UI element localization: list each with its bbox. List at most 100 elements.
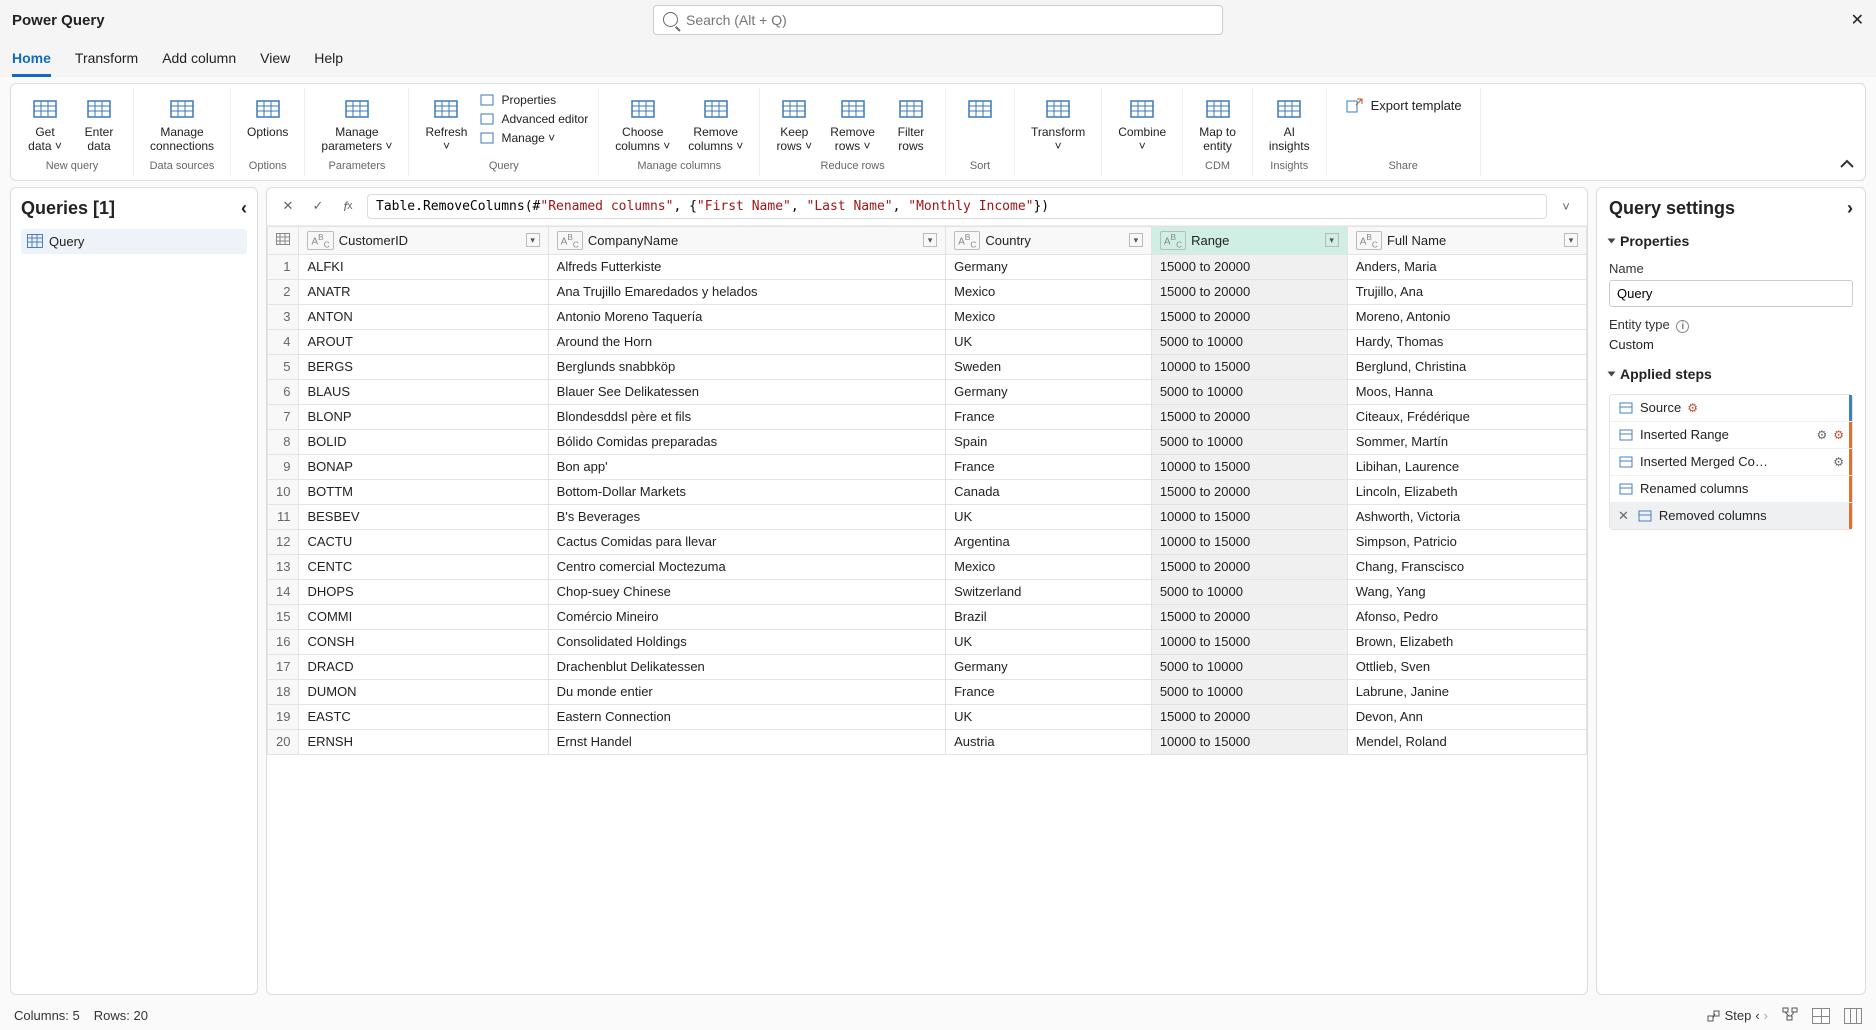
collapse-settings-icon[interactable]: › (1847, 198, 1853, 219)
ribbon-advanced-editor-button[interactable]: Advanced editor (479, 111, 588, 127)
row-number[interactable]: 5 (268, 354, 299, 379)
cell[interactable]: Berglund, Christina (1347, 354, 1586, 379)
cell[interactable]: 5000 to 10000 (1151, 429, 1347, 454)
cell[interactable]: 15000 to 20000 (1151, 404, 1347, 429)
cell[interactable]: Labrune, Janine (1347, 679, 1586, 704)
cell[interactable]: Lincoln, Elizabeth (1347, 479, 1586, 504)
cell[interactable]: France (946, 679, 1152, 704)
cell[interactable]: 10000 to 15000 (1151, 454, 1347, 479)
tab-transform[interactable]: Transform (75, 50, 138, 77)
cell[interactable]: 5000 to 10000 (1151, 379, 1347, 404)
row-number[interactable]: 14 (268, 579, 299, 604)
cell[interactable]: CACTU (299, 529, 548, 554)
row-number[interactable]: 8 (268, 429, 299, 454)
table-row[interactable]: 1ALFKIAlfreds FutterkisteGermany15000 to… (268, 254, 1587, 279)
cell[interactable]: Germany (946, 654, 1152, 679)
cancel-formula-icon[interactable]: ✕ (277, 195, 299, 217)
cell[interactable]: 15000 to 20000 (1151, 304, 1347, 329)
ribbon-ai-insights-button[interactable]: AI insights (1263, 92, 1316, 156)
row-number[interactable]: 4 (268, 329, 299, 354)
cell[interactable]: BOLID (299, 429, 548, 454)
cell[interactable]: BESBEV (299, 504, 548, 529)
step-source[interactable]: Source⚙ (1610, 395, 1852, 422)
cell[interactable]: 5000 to 10000 (1151, 329, 1347, 354)
cell[interactable]: ERNSH (299, 729, 548, 754)
ribbon-properties-button[interactable]: Properties (479, 92, 556, 108)
row-number[interactable]: 6 (268, 379, 299, 404)
cell[interactable]: 15000 to 20000 (1151, 554, 1347, 579)
cell[interactable]: ANATR (299, 279, 548, 304)
cell[interactable]: Germany (946, 379, 1152, 404)
cell[interactable]: Austria (946, 729, 1152, 754)
cell[interactable]: UK (946, 504, 1152, 529)
cell[interactable]: UK (946, 329, 1152, 354)
cell[interactable]: DHOPS (299, 579, 548, 604)
collapse-queries-icon[interactable]: ‹ (241, 198, 247, 219)
cell[interactable]: Citeaux, Frédérique (1347, 404, 1586, 429)
search-input[interactable] (653, 5, 1223, 35)
table-row[interactable]: 4AROUTAround the HornUK5000 to 10000Hard… (268, 329, 1587, 354)
ribbon-get-data--button[interactable]: Get data ˅ (21, 92, 69, 156)
cell[interactable]: Mexico (946, 554, 1152, 579)
ribbon-sort-button[interactable] (956, 92, 1004, 128)
table-row[interactable]: 19EASTCEastern ConnectionUK15000 to 2000… (268, 704, 1587, 729)
filter-dropdown-icon[interactable]: ▾ (1564, 233, 1578, 247)
cell[interactable]: BLAUS (299, 379, 548, 404)
ribbon-manage--button[interactable]: Manage ˅ (479, 130, 555, 146)
cell[interactable]: Libihan, Laurence (1347, 454, 1586, 479)
table-row[interactable]: 16CONSHConsolidated HoldingsUK10000 to 1… (268, 629, 1587, 654)
cell[interactable]: Chop-suey Chinese (548, 579, 945, 604)
table-row[interactable]: 3ANTONAntonio Moreno TaqueríaMexico15000… (268, 304, 1587, 329)
table-row[interactable]: 18DUMONDu monde entierFrance5000 to 1000… (268, 679, 1587, 704)
cell[interactable]: Simpson, Patricio (1347, 529, 1586, 554)
row-number[interactable]: 11 (268, 504, 299, 529)
gear-icon[interactable]: ⚙ (1833, 455, 1844, 469)
tab-view[interactable]: View (260, 50, 290, 77)
filter-dropdown-icon[interactable]: ▾ (526, 233, 540, 247)
tab-help[interactable]: Help (314, 50, 343, 77)
cell[interactable]: CENTC (299, 554, 548, 579)
cell[interactable]: 15000 to 20000 (1151, 279, 1347, 304)
gear-error-icon[interactable]: ⚙ (1687, 401, 1698, 415)
cell[interactable]: Berglunds snabbköp (548, 354, 945, 379)
cell[interactable]: Blondesddsl père et fils (548, 404, 945, 429)
cell[interactable]: DRACD (299, 654, 548, 679)
ribbon-refresh--button[interactable]: Refresh ˅ (419, 92, 473, 156)
table-row[interactable]: 15COMMIComércio MineiroBrazil15000 to 20… (268, 604, 1587, 629)
cell[interactable]: Sweden (946, 354, 1152, 379)
tab-add-column[interactable]: Add column (162, 50, 236, 77)
cell[interactable]: Afonso, Pedro (1347, 604, 1586, 629)
cell[interactable]: Ottlieb, Sven (1347, 654, 1586, 679)
gear-icon[interactable]: ⚙ (1816, 428, 1827, 442)
split-view-icon[interactable] (1844, 1008, 1862, 1024)
table-row[interactable]: 2ANATRAna Trujillo Emaredados y heladosM… (268, 279, 1587, 304)
cell[interactable]: Blauer See Delikatessen (548, 379, 945, 404)
cell[interactable]: Anders, Maria (1347, 254, 1586, 279)
cell[interactable]: 5000 to 10000 (1151, 579, 1347, 604)
row-number[interactable]: 3 (268, 304, 299, 329)
column-header-customerid[interactable]: ABCCustomerID▾ (299, 226, 548, 254)
cell[interactable]: 15000 to 20000 (1151, 604, 1347, 629)
cell[interactable]: Brown, Elizabeth (1347, 629, 1586, 654)
row-number[interactable]: 9 (268, 454, 299, 479)
cell[interactable]: COMMI (299, 604, 548, 629)
cell[interactable]: 15000 to 20000 (1151, 479, 1347, 504)
cell[interactable]: Centro comercial Moctezuma (548, 554, 945, 579)
step-removed-columns[interactable]: ✕Removed columns (1610, 503, 1852, 529)
table-row[interactable]: 20ERNSHErnst HandelAustria10000 to 15000… (268, 729, 1587, 754)
cell[interactable]: 15000 to 20000 (1151, 254, 1347, 279)
row-number[interactable]: 16 (268, 629, 299, 654)
step-nav[interactable]: Step ‹› (1707, 1008, 1768, 1023)
table-row[interactable]: 8BOLIDBólido Comidas preparadasSpain5000… (268, 429, 1587, 454)
cell[interactable]: Antonio Moreno Taquería (548, 304, 945, 329)
ribbon-combine--button[interactable]: Combine ˅ (1112, 92, 1172, 156)
cell[interactable]: DUMON (299, 679, 548, 704)
cell[interactable]: France (946, 454, 1152, 479)
step-inserted-range[interactable]: Inserted Range⚙⚙ (1610, 422, 1852, 449)
cell[interactable]: Bottom-Dollar Markets (548, 479, 945, 504)
cell[interactable]: 5000 to 10000 (1151, 679, 1347, 704)
table-row[interactable]: 11BESBEVB's BeveragesUK10000 to 15000Ash… (268, 504, 1587, 529)
row-number[interactable]: 15 (268, 604, 299, 629)
cell[interactable]: Hardy, Thomas (1347, 329, 1586, 354)
cell[interactable]: Sommer, Martín (1347, 429, 1586, 454)
